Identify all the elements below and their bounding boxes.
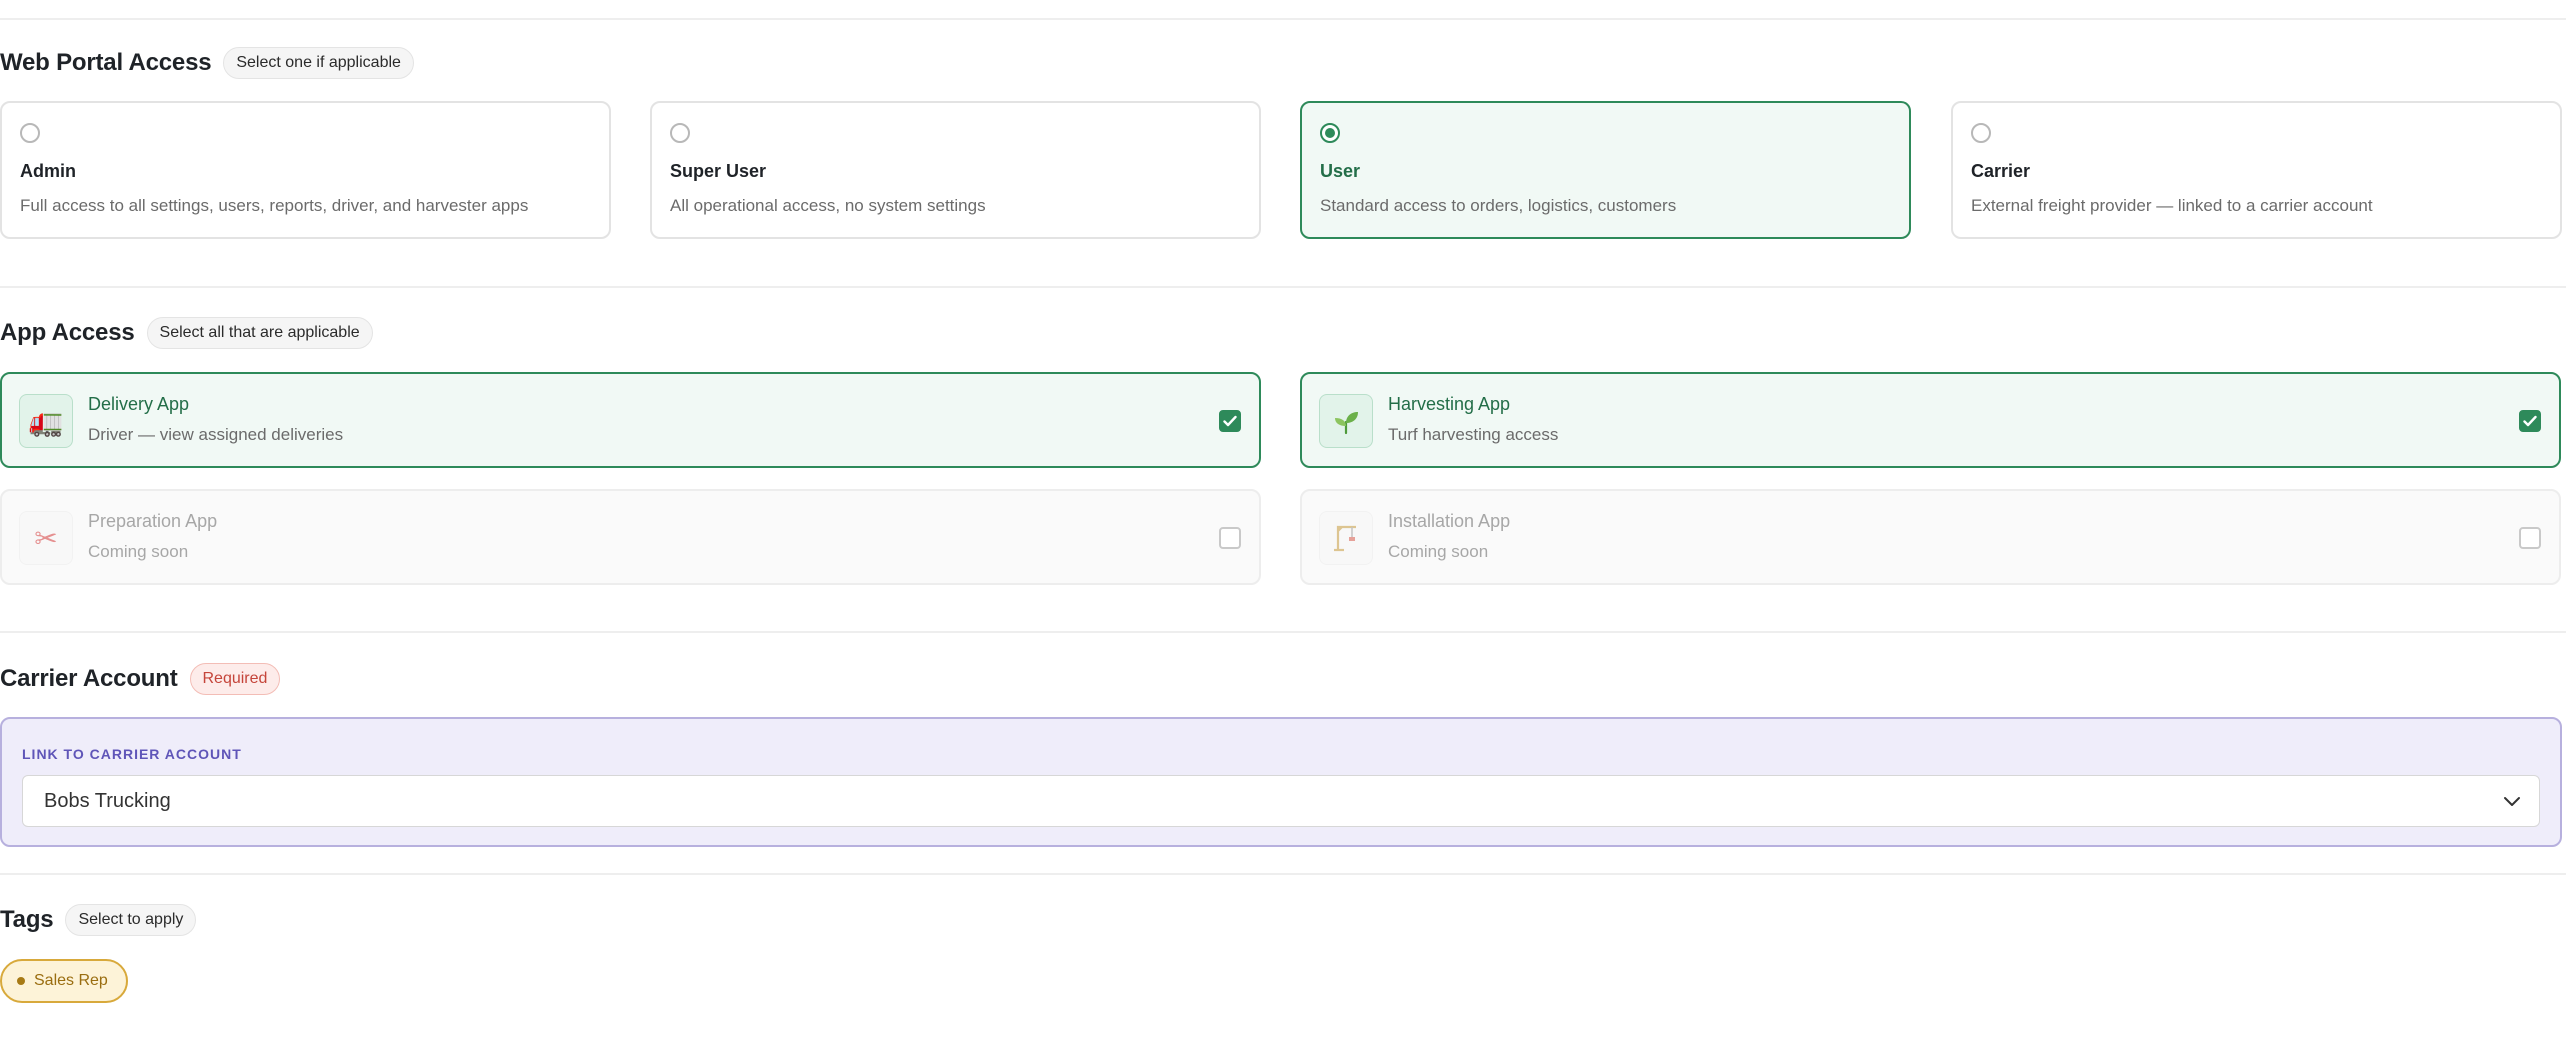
section-divider <box>0 631 2566 633</box>
web-portal-title: Web Portal Access <box>0 49 212 76</box>
app-desc: Coming soon <box>88 542 189 561</box>
app-access-hint: Select all that are applicable <box>146 317 373 349</box>
web-portal-hint: Select one if applicable <box>223 47 414 79</box>
checkbox-delivery[interactable] <box>1219 410 1241 432</box>
role-desc: External freight provider — linked to a … <box>1971 196 2373 215</box>
role-name: Carrier <box>1971 161 2031 181</box>
role-desc: Full access to all settings, users, repo… <box>20 196 529 215</box>
app-access-header: App Access Select all that are applicabl… <box>0 317 373 349</box>
radio-user[interactable] <box>1320 123 1340 143</box>
seedling-icon <box>1319 394 1373 448</box>
role-desc: Standard access to orders, logistics, cu… <box>1320 196 1677 215</box>
web-portal-header: Web Portal Access Select one if applicab… <box>0 47 414 79</box>
app-access-title: App Access <box>0 319 135 346</box>
app-desc: Driver — view assigned deliveries <box>88 425 344 444</box>
checkbox-installation <box>2519 527 2541 549</box>
tags-header: Tags Select to apply <box>0 904 197 936</box>
role-name: Super User <box>670 161 767 181</box>
carrier-select-value: Bobs Trucking <box>44 790 171 812</box>
app-card-harvesting[interactable]: Harvesting App Turf harvesting access <box>1300 372 2561 468</box>
role-desc: All operational access, no system settin… <box>670 196 986 215</box>
role-name: User <box>1320 161 1361 181</box>
tags-hint: Select to apply <box>65 904 197 936</box>
app-name: Preparation App <box>88 511 218 531</box>
tags-title: Tags <box>0 906 54 933</box>
carrier-field-label: LINK TO CARRIER ACCOUNT <box>22 746 242 762</box>
checkbox-harvesting[interactable] <box>2519 410 2541 432</box>
app-card-delivery[interactable]: 🚛 Delivery App Driver — view assigned de… <box>0 372 1261 468</box>
section-divider <box>0 286 2566 288</box>
app-desc: Coming soon <box>1388 542 1489 561</box>
carrier-account-header: Carrier Account Required <box>0 663 281 695</box>
crane-icon <box>1319 511 1373 565</box>
app-name: Installation App <box>1388 511 1511 531</box>
tag-sales-rep[interactable]: Sales Rep <box>0 959 128 1003</box>
checkbox-preparation <box>1219 527 1241 549</box>
scissors-icon: ✂ <box>19 511 73 565</box>
truck-icon: 🚛 <box>19 394 73 448</box>
app-card-preparation: ✂ Preparation App Coming soon <box>0 489 1261 585</box>
tag-dot-icon <box>17 977 25 985</box>
radio-admin[interactable] <box>20 123 40 143</box>
role-card-super-user[interactable]: Super User All operational access, no sy… <box>650 101 1261 239</box>
checkmark-icon <box>2523 415 2537 427</box>
app-name: Delivery App <box>88 394 190 414</box>
app-name: Harvesting App <box>1388 394 1511 414</box>
carrier-account-select[interactable]: Bobs Trucking <box>22 775 2540 827</box>
required-badge: Required <box>189 663 281 695</box>
role-card-user[interactable]: User Standard access to orders, logistic… <box>1300 101 1911 239</box>
radio-carrier[interactable] <box>1971 123 1991 143</box>
app-card-installation: Installation App Coming soon <box>1300 489 2561 585</box>
tag-label: Sales Rep <box>34 972 108 989</box>
carrier-account-panel: LINK TO CARRIER ACCOUNT Bobs Trucking <box>0 717 2562 847</box>
radio-super-user[interactable] <box>670 123 690 143</box>
role-card-carrier[interactable]: Carrier External freight provider — link… <box>1951 101 2562 239</box>
checkmark-icon <box>1223 415 1237 427</box>
role-card-admin[interactable]: Admin Full access to all settings, users… <box>0 101 611 239</box>
carrier-account-title: Carrier Account <box>0 665 178 692</box>
section-divider <box>0 873 2566 875</box>
chevron-down-icon <box>2504 797 2520 806</box>
app-desc: Turf harvesting access <box>1388 425 1559 444</box>
top-divider <box>0 18 2566 20</box>
role-name: Admin <box>20 161 76 181</box>
